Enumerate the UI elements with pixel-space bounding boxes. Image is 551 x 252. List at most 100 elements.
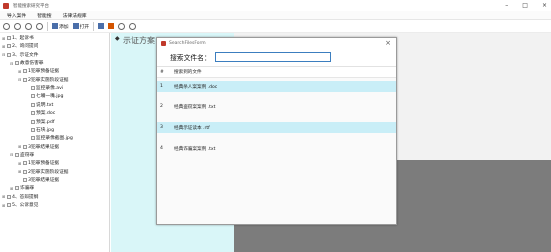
- tree-node[interactable]: ⊞ 4、答辩提纲: [2, 193, 38, 201]
- window-controls: – □ ×: [505, 2, 547, 9]
- settings-icon[interactable]: [108, 23, 115, 29]
- expand-icon[interactable]: ⊞: [2, 203, 6, 208]
- tree-node[interactable]: 说明.txt: [26, 101, 53, 109]
- forward-icon[interactable]: [14, 22, 21, 30]
- folder-icon: [31, 102, 35, 107]
- result-filename: 经典示证读本 .rtf: [174, 125, 210, 131]
- tree-node-label: 2犯罪实施阶段证据: [28, 77, 69, 83]
- window-title: 智能搜索研究平台: [13, 3, 49, 9]
- open-button-label: 打开: [79, 24, 90, 30]
- search-row: 搜索文件名：: [157, 50, 396, 64]
- collapse-icon[interactable]: ⊟: [10, 152, 14, 157]
- add-button[interactable]: 添加: [52, 23, 69, 30]
- search-files-dialog: SearchFilesForm × 搜索文件名： # 搜索到的文件 1 经典杀人案…: [156, 37, 397, 225]
- tree-node-label: 监控录像.avi: [36, 86, 64, 92]
- folder-icon: [31, 119, 35, 124]
- folder-icon: [7, 36, 11, 40]
- toolbar: 添加 打开: [0, 20, 551, 33]
- tree-node-label: 故意伤害罪: [20, 61, 44, 67]
- back-icon[interactable]: [3, 22, 10, 30]
- tree-node-label: 3、示证文件: [12, 52, 39, 58]
- result-filename: 经典盗窃案案例 .txt: [174, 104, 216, 110]
- tree-node[interactable]: ⊟ 2犯罪实施阶段证据: [18, 76, 68, 84]
- result-index: 1: [160, 84, 163, 89]
- tree-node[interactable]: ⊟ 盗窃罪: [10, 151, 34, 159]
- folder-icon: [23, 69, 27, 74]
- expand-icon[interactable]: ⊞: [18, 144, 22, 149]
- expand-icon[interactable]: ⊞: [2, 44, 6, 49]
- folder-icon: [31, 94, 35, 99]
- open-button[interactable]: 打开: [72, 23, 90, 30]
- menu-import-case[interactable]: 导入案件: [7, 12, 26, 19]
- tree-node-label: 4、答辩提纲: [12, 194, 39, 200]
- toolbar-separator: [93, 21, 95, 31]
- tree-node-label: 盗窃罪: [20, 152, 35, 158]
- grid-icon[interactable]: [98, 23, 105, 29]
- editor-caption: 示证方案: [123, 36, 155, 45]
- help-icon[interactable]: [129, 22, 137, 30]
- folder-icon: [23, 161, 27, 166]
- search-input[interactable]: [214, 52, 331, 62]
- collapse-icon[interactable]: ⊟: [18, 77, 22, 82]
- folder-icon: [7, 52, 11, 57]
- tree-node-label: 监控录像截图.jpg: [36, 136, 73, 142]
- search-results-list: # 搜索到的文件 1 经典杀人案案例 .doc 2 经典盗窃案案例 .txt 3 经典示证…: [157, 66, 396, 224]
- tree-node[interactable]: ⊞ 1犯罪预备证据: [18, 67, 59, 75]
- folder-icon: [7, 203, 11, 207]
- expand-icon[interactable]: ⊞: [18, 169, 22, 174]
- tree-node[interactable]: 监控录像.avi: [26, 84, 63, 92]
- menu-law-library[interactable]: 法律法规库: [63, 12, 87, 19]
- tree-node-label: 2、询问提问: [12, 44, 39, 50]
- folder-icon: [31, 86, 35, 91]
- tree-node[interactable]: ⊟ 故意伤害罪: [10, 59, 43, 67]
- close-icon[interactable]: ×: [542, 2, 547, 9]
- expand-icon[interactable]: ⊞: [10, 186, 14, 191]
- title-bar: 智能搜索研究平台 – □ ×: [0, 0, 551, 11]
- expand-icon[interactable]: ⊞: [18, 161, 22, 166]
- result-filename: 经典杀人案案例 .doc: [174, 84, 218, 90]
- tree-node[interactable]: 石块.jpg: [26, 126, 54, 134]
- expand-icon[interactable]: ⊞: [18, 69, 22, 74]
- case-file-tree: ⊞ 1、起诉书 ⊞ 2、询问提问 ⊟ 3、示证文件 ⊟ 故意伤害罪 ⊞ 1犯罪预备证据 ⊟ 2犯罪实施…: [0, 33, 110, 252]
- folder-icon: [7, 44, 11, 49]
- result-row[interactable]: 1 经典杀人案案例 .doc: [157, 81, 396, 92]
- minimize-icon[interactable]: –: [505, 2, 508, 9]
- folder-icon: [23, 144, 27, 149]
- result-row[interactable]: 4 经典诈骗案案例 .txt: [157, 143, 396, 154]
- tree-node[interactable]: 七嘴一嘴.jpg: [26, 92, 64, 100]
- tree-node[interactable]: 预案.doc: [26, 109, 55, 117]
- refresh-icon[interactable]: [25, 22, 32, 30]
- search-icon[interactable]: [118, 22, 126, 30]
- add-file-icon: [52, 23, 58, 29]
- tree-node[interactable]: 监控录像截图.jpg: [26, 134, 73, 142]
- result-index: 2: [160, 104, 163, 109]
- tree-node[interactable]: 3犯罪结果证据: [18, 176, 59, 184]
- reload-icon[interactable]: [36, 22, 43, 30]
- dialog-close-icon[interactable]: ×: [385, 39, 391, 47]
- collapse-icon[interactable]: ⊟: [10, 61, 14, 66]
- tree-node[interactable]: 预案.pdf: [26, 118, 54, 126]
- tree-node[interactable]: ⊞ 2、询问提问: [2, 42, 38, 50]
- tree-node-label: 说明.txt: [36, 102, 54, 108]
- expand-icon[interactable]: ⊞: [2, 194, 6, 199]
- tree-node[interactable]: ⊞ 诈骗罪: [10, 184, 34, 192]
- menu-smart-search[interactable]: 智能搜: [37, 12, 51, 19]
- tree-node[interactable]: ⊞ 1犯罪预备证据: [18, 159, 59, 167]
- tree-node[interactable]: ⊟ 3、示证文件: [2, 51, 38, 59]
- folder-icon: [23, 77, 27, 82]
- result-row[interactable]: 3 经典示证读本 .rtf: [157, 122, 396, 133]
- collapse-icon[interactable]: ⊟: [2, 52, 6, 57]
- tree-node[interactable]: ⊞ 5、公诉意见: [2, 201, 38, 209]
- tree-node[interactable]: ⊞ 2犯罪实施阶段证据: [18, 168, 68, 176]
- maximize-icon[interactable]: □: [522, 2, 528, 9]
- tree-node[interactable]: ⊞ 3犯罪结果证据: [18, 143, 59, 151]
- add-button-label: 添加: [59, 24, 69, 30]
- dialog-title-bar: SearchFilesForm: [157, 38, 396, 48]
- tree-node-label: 七嘴一嘴.jpg: [36, 94, 64, 100]
- result-row[interactable]: 2 经典盗窃案案例 .txt: [157, 101, 396, 112]
- expand-icon[interactable]: ⊞: [2, 36, 6, 41]
- folder-icon: [7, 194, 11, 199]
- tree-node[interactable]: ⊞ 1、起诉书: [2, 34, 34, 42]
- header-name: 搜索到的文件: [174, 70, 202, 75]
- open-folder-icon: [72, 23, 79, 29]
